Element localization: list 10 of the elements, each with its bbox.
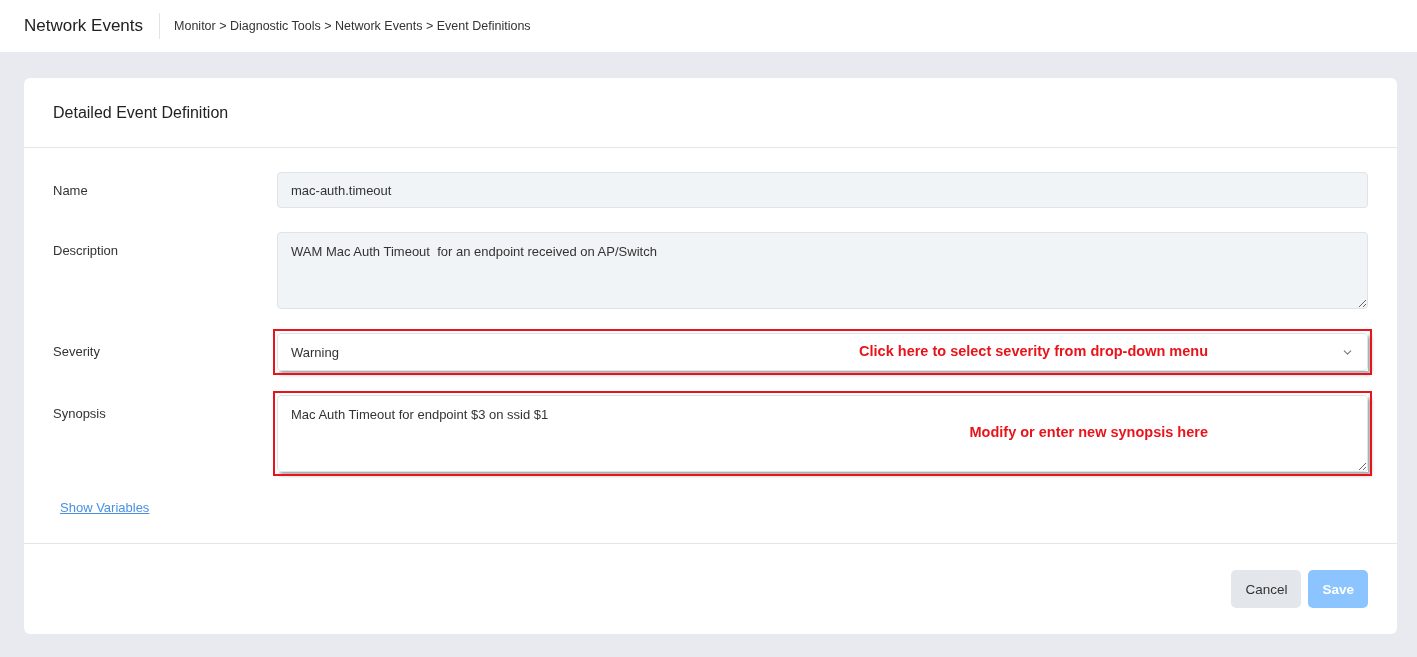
- card-title: Detailed Event Definition: [53, 103, 229, 122]
- field-label: Name: [53, 183, 89, 198]
- page-title: Network Events: [24, 13, 161, 39]
- field-label: Description: [53, 243, 120, 258]
- cancel-button[interactable]: Cancel: [1231, 570, 1302, 608]
- field-label: Synopsis: [53, 406, 107, 421]
- field-label: Severity: [53, 344, 101, 359]
- annotation-text: Click here to select severity from drop-down menu: [859, 343, 1208, 359]
- breadcrumb: Monitor > Diagnostic Tools > Network Events > Event Definitions: [174, 19, 531, 33]
- annotation-text: Modify or enter new synopsis here: [969, 424, 1208, 440]
